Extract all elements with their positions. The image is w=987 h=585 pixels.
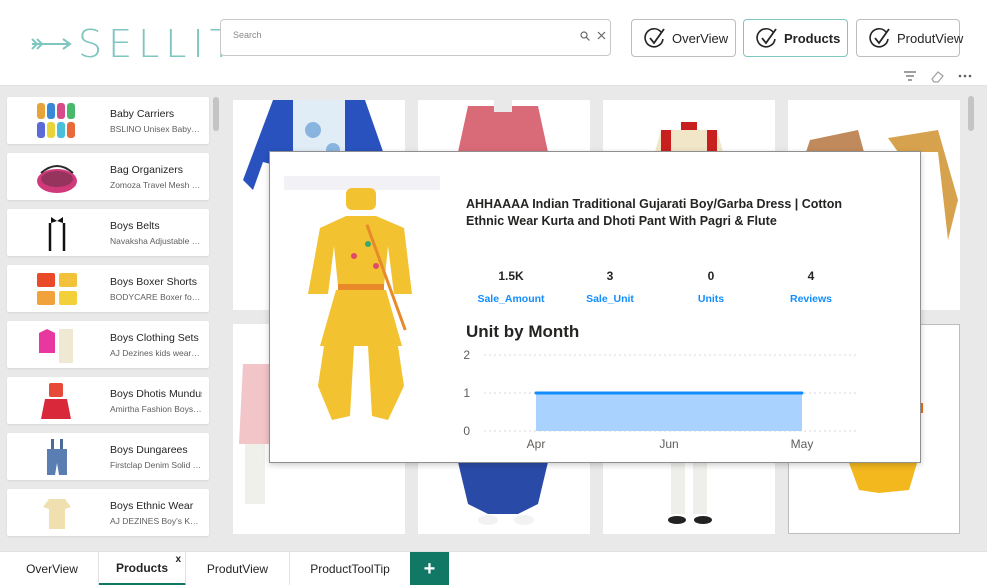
- tab-label: OverView: [26, 562, 78, 576]
- nav-label: ProdutView: [897, 30, 964, 46]
- product-title: AHHAAAA Indian Traditional Gujarati Boy/…: [466, 197, 842, 228]
- area-fill: [536, 393, 802, 431]
- unit-by-month-chart: 0 1 2 Apr Jun May: [463, 348, 856, 451]
- category-item-boys-boxer-shorts[interactable]: Boys Boxer Shorts BODYCARE Boxer for Boy…: [7, 265, 209, 312]
- tab-producttooltip[interactable]: ProductToolTip: [290, 552, 410, 585]
- app-logo: SELLIT: [30, 24, 239, 64]
- search-icon[interactable]: [580, 31, 590, 41]
- kpi-value-sale-unit: 3: [606, 269, 614, 283]
- kpi-label-sale-unit: Sale_Unit: [586, 293, 634, 305]
- suspenders-thumbnail: [48, 217, 66, 251]
- tab-produtview[interactable]: ProdutView: [186, 552, 290, 585]
- category-subtitle: Firstclap Denim Solid Dungaree: [110, 460, 202, 470]
- product-tooltip: AHHAAAA Indian Traditional Gujarati Boy/…: [269, 151, 921, 463]
- search-input[interactable]: [233, 30, 563, 40]
- kpi-label-reviews: Reviews: [789, 293, 833, 305]
- clothing-set-thumbnail: [39, 329, 73, 363]
- x-tick-label: May: [791, 437, 814, 451]
- nav-label: OverView: [672, 30, 729, 46]
- page-tab-bar: OverView Products x ProdutView ProductTo…: [0, 551, 987, 585]
- kpi-value-reviews: 4: [807, 269, 815, 283]
- y-tick-label: 0: [463, 424, 470, 438]
- category-subtitle: AJ Dezines kids wear set: [110, 348, 202, 358]
- tab-overview[interactable]: OverView: [6, 552, 99, 585]
- category-title: Boys Clothing Sets: [110, 332, 199, 344]
- chart-title: Unit by Month: [466, 322, 580, 341]
- category-title: Boys Ethnic Wear: [110, 500, 194, 512]
- ethnic-wear-thumbnail: [43, 499, 71, 529]
- tab-label: ProdutView: [206, 562, 269, 576]
- category-subtitle: Navaksha Adjustable Suspenders: [110, 236, 202, 246]
- kpi-value-sale-amount: 1.5K: [498, 269, 524, 283]
- tab-label: Products: [115, 560, 168, 575]
- more-options-icon[interactable]: [958, 73, 972, 79]
- product-image: [284, 176, 440, 420]
- check-circle-icon: [869, 27, 890, 48]
- search-box[interactable]: [220, 19, 611, 56]
- category-item-boys-dungarees[interactable]: Boys Dungarees Firstclap Denim Solid Dun…: [7, 433, 209, 480]
- category-list: Baby Carriers BSLINO Unisex Baby Socks B…: [0, 93, 222, 540]
- data-point: [534, 391, 538, 395]
- eraser-icon[interactable]: [930, 70, 945, 83]
- category-title: Boys Dhotis Mundus: [110, 388, 202, 400]
- dhoti-thumbnail: [41, 383, 71, 419]
- filter-icon[interactable]: [903, 70, 917, 82]
- close-icon[interactable]: [597, 31, 606, 40]
- dungaree-thumbnail: [47, 439, 67, 475]
- data-point: [667, 391, 671, 395]
- category-subtitle: BODYCARE Boxer for Boys: [110, 292, 202, 302]
- category-subtitle: Zomoza Travel Mesh Organizer: [110, 180, 202, 190]
- boxer-thumbnail: [37, 273, 77, 305]
- category-subtitle: BSLINO Unisex Baby Socks: [110, 124, 202, 134]
- category-item-boys-belts[interactable]: Boys Belts Navaksha Adjustable Suspender…: [7, 209, 209, 256]
- category-item-boys-clothing-sets[interactable]: Boys Clothing Sets AJ Dezines kids wear …: [7, 321, 209, 368]
- kpi-value-units: 0: [707, 269, 715, 283]
- tab-products[interactable]: Products x: [99, 552, 186, 585]
- check-circle-icon: [644, 27, 665, 48]
- socks-thumbnail: [37, 103, 75, 138]
- y-tick-label: 2: [463, 348, 470, 362]
- category-title: Boys Boxer Shorts: [110, 276, 197, 288]
- header: SELLIT OverView Products ProdutView: [0, 0, 987, 86]
- tab-label: ProductToolTip: [310, 562, 390, 576]
- category-item-baby-carriers[interactable]: Baby Carriers BSLINO Unisex Baby Socks: [7, 97, 209, 144]
- category-item-boys-ethnic-wear[interactable]: Boys Ethnic Wear AJ DEZINES Boy's Kurta: [7, 489, 209, 536]
- arrow-icon: [31, 38, 72, 50]
- category-subtitle: AJ DEZINES Boy's Kurta: [110, 516, 202, 526]
- category-item-boys-dhotis-mundus[interactable]: Boys Dhotis Mundus Amirtha Fashion Boys …: [7, 377, 209, 424]
- x-tick-label: Apr: [527, 437, 546, 451]
- close-icon[interactable]: x: [175, 554, 181, 565]
- nav-button-products[interactable]: Products: [743, 19, 848, 57]
- category-title: Bag Organizers: [110, 164, 183, 176]
- kpi-label-units: Units: [697, 293, 725, 305]
- kpi-label-sale-amount: Sale_Amount: [477, 293, 545, 305]
- y-tick-label: 1: [463, 386, 470, 400]
- bag-thumbnail: [37, 165, 77, 193]
- category-title: Boys Dungarees: [110, 444, 188, 456]
- data-point: [800, 391, 804, 395]
- logo-text: SELLIT: [78, 22, 239, 66]
- check-circle-icon: [756, 27, 777, 48]
- product-scrollbar[interactable]: [968, 96, 974, 131]
- nav-button-produtview[interactable]: ProdutView: [856, 19, 964, 57]
- nav-button-overview[interactable]: OverView: [631, 19, 736, 57]
- category-subtitle: Amirtha Fashion Boys Dhoti: [110, 404, 202, 414]
- category-title: Baby Carriers: [110, 108, 175, 120]
- category-item-bag-organizers[interactable]: Bag Organizers Zomoza Travel Mesh Organi…: [7, 153, 209, 200]
- add-page-button[interactable]: +: [410, 552, 449, 585]
- nav-label: Products: [784, 30, 841, 46]
- category-scrollbar[interactable]: [213, 97, 219, 131]
- category-title: Boys Belts: [110, 220, 160, 232]
- x-tick-label: Jun: [659, 437, 678, 451]
